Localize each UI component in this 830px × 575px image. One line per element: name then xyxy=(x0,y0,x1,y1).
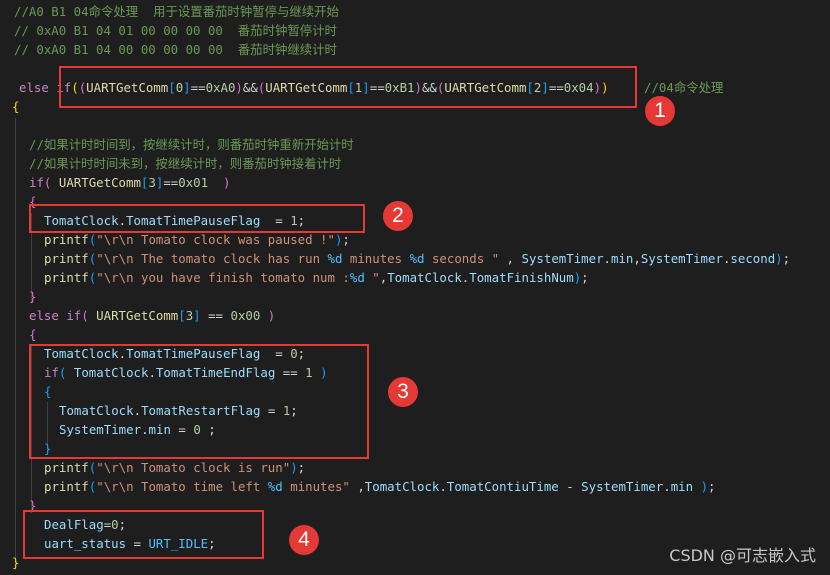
annotation-box-4 xyxy=(23,510,264,559)
keyword: else xyxy=(29,308,59,323)
function-name: printf xyxy=(44,479,89,494)
variable: TomatFinishNum xyxy=(469,270,574,285)
code-line-comment: // 0xA0 B1 04 00 00 00 00 00 番茄时钟继续计时 xyxy=(14,42,337,57)
code-line-brace: { xyxy=(29,327,37,342)
code-line-comment: //如果计时时间未到，按继续计时，则番茄时钟接着计时 xyxy=(29,156,342,171)
keyword: if xyxy=(66,308,82,323)
string-literal: "\r\n The tomato clock has run xyxy=(96,251,328,266)
string-literal: minutes xyxy=(342,251,410,266)
code-line-printf: printf("\r\n The tomato clock has run %d… xyxy=(44,251,791,266)
number-literal: 0x00 xyxy=(230,308,261,323)
variable: TomatClock xyxy=(387,270,462,285)
variable: second xyxy=(730,251,776,266)
code-line-comment: // 0xA0 B1 04 01 00 00 00 00 番茄时钟暂停计时 xyxy=(14,23,337,38)
number-literal: 0x01 xyxy=(178,175,209,190)
code-line-printf: printf("\r\n Tomato clock is run"); xyxy=(44,460,306,475)
string-literal: minutes" xyxy=(282,479,350,494)
function-name: UARTGetComm xyxy=(96,308,179,323)
annotation-badge-3: 3 xyxy=(388,377,418,407)
format-specifier: %d xyxy=(327,251,343,266)
function-name: UARTGetComm xyxy=(58,175,141,190)
format-specifier: %d xyxy=(409,251,425,266)
variable: min xyxy=(611,251,634,266)
function-name: printf xyxy=(44,251,89,266)
code-line-comment: //04命令处理 xyxy=(644,80,724,95)
keyword: if xyxy=(29,175,44,190)
code-line-brace: } xyxy=(12,555,20,570)
code-line-printf: printf("\r\n Tomato time left %d minutes… xyxy=(44,479,716,494)
watermark: CSDN @可志嵌入式 xyxy=(669,546,816,565)
string-literal: " xyxy=(364,270,380,285)
string-literal: seconds " xyxy=(424,251,500,266)
variable: SystemTimer xyxy=(581,479,664,494)
annotation-box-3 xyxy=(29,344,369,459)
annotation-box-2 xyxy=(29,204,365,233)
format-specifier: %d xyxy=(267,479,283,494)
code-editor[interactable]: //A0 B1 04命令处理 用于设置番茄时钟暂停与继续开始 // 0xA0 B… xyxy=(0,0,830,575)
code-line-comment: //A0 B1 04命令处理 用于设置番茄时钟暂停与继续开始 xyxy=(14,4,339,19)
code-line-if: if( UARTGetComm[3]==0x01 ) xyxy=(29,175,231,190)
variable: TomatContiuTime xyxy=(446,479,559,494)
function-name: printf xyxy=(44,270,89,285)
keyword: else xyxy=(19,80,49,95)
number-literal: 3 xyxy=(148,175,156,190)
variable: min xyxy=(670,479,694,494)
code-line-brace: } xyxy=(29,289,37,304)
indent-guide xyxy=(15,118,16,570)
function-name: printf xyxy=(44,232,89,247)
code-line-comment: //如果计时时间到，按继续计时，则番茄时钟重新开始计时 xyxy=(29,137,354,152)
string-literal: "\r\n Tomato time left xyxy=(96,479,268,494)
annotation-badge-4: 4 xyxy=(289,525,319,555)
variable: SystemTimer xyxy=(640,251,723,266)
string-literal: "\r\n you have finish tomato num : xyxy=(96,270,350,285)
code-line-printf: printf("\r\n you have finish tomato num … xyxy=(44,270,589,285)
annotation-badge-2: 2 xyxy=(383,201,413,231)
format-specifier: %d xyxy=(349,270,365,285)
function-name: printf xyxy=(44,460,89,475)
variable: TomatClock xyxy=(364,479,440,494)
annotation-badge-1: 1 xyxy=(645,96,675,126)
code-line-else-if: else if( UARTGetComm[3] == 0x00 ) xyxy=(29,308,276,323)
annotation-box-1 xyxy=(59,66,637,108)
variable: SystemTimer xyxy=(521,251,604,266)
code-line-brace: { xyxy=(12,99,20,114)
string-literal: "\r\n Tomato clock was paused !" xyxy=(96,232,335,247)
string-literal: "\r\n Tomato clock is run" xyxy=(96,460,291,475)
